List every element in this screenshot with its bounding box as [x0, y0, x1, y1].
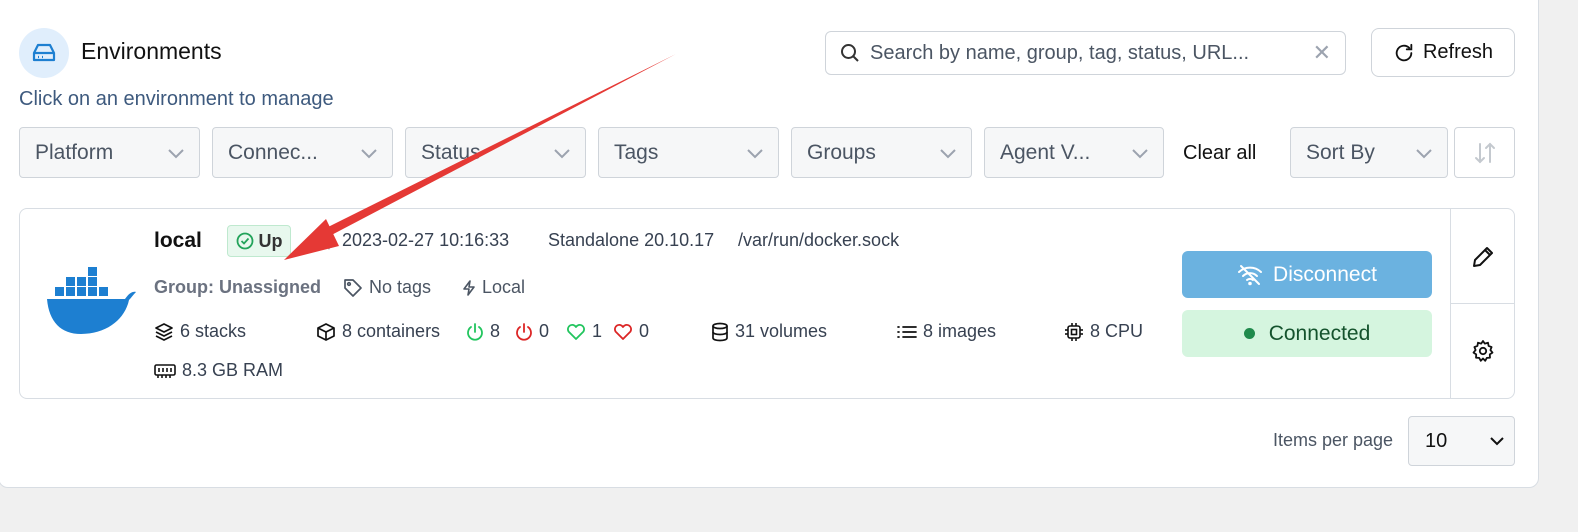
environment-card[interactable]: local Up 2023-02-27 10:16:33 Standalone …: [19, 208, 1515, 399]
heartbeat-icon: [319, 231, 335, 250]
mode-info: Local: [462, 277, 525, 298]
stacks-text: 6 stacks: [180, 321, 247, 341]
chevron-down-icon: [554, 148, 570, 158]
volumes-text: 31 volumes: [735, 321, 828, 341]
images-info: 8 images: [897, 321, 996, 342]
stopped-count: 0: [515, 321, 549, 342]
chevron-down-icon: [747, 148, 763, 158]
refresh-icon: [1395, 43, 1413, 61]
sort-by-select[interactable]: Sort By: [1290, 127, 1448, 178]
sort-order-button[interactable]: [1454, 127, 1515, 178]
cpu-text: 8 CPU: [1090, 321, 1144, 341]
sort-by-label: Sort By: [1306, 140, 1375, 164]
filter-groups[interactable]: Groups: [791, 127, 972, 178]
clear-all-button[interactable]: Clear all: [1183, 142, 1256, 165]
filter-platform[interactable]: Platform: [19, 127, 200, 178]
environment-type: Standalone 20.10.17: [548, 230, 715, 250]
cpu-info: 8 CPU: [1064, 321, 1143, 342]
unhealthy-count: 0: [613, 321, 649, 342]
ram-info: 8.3 GB RAM: [154, 360, 283, 381]
power-on-icon: [467, 322, 483, 341]
edit-icon[interactable]: [1470, 244, 1496, 270]
environments-icon: [19, 28, 69, 78]
group-label: Group: Unassigned: [154, 277, 322, 297]
status-dot: [1243, 328, 1255, 339]
connected-status: Connected: [1182, 310, 1432, 357]
containers-info: 8 containers: [316, 321, 440, 342]
filter-label: Status: [421, 140, 481, 164]
environment-name: local: [154, 229, 202, 252]
filter-connection[interactable]: Connec...: [212, 127, 393, 178]
disconnect-button[interactable]: Disconnect: [1182, 251, 1432, 298]
status-badge: Up: [227, 225, 291, 257]
refresh-button[interactable]: Refresh: [1371, 28, 1515, 77]
chevron-down-icon: [1416, 148, 1432, 158]
environment-url: /var/run/docker.sock: [738, 230, 900, 250]
stacks-info: 6 stacks: [154, 321, 246, 342]
healthy-text: 1: [592, 321, 603, 341]
card-divider: [1450, 303, 1514, 304]
refresh-label: Refresh: [1422, 41, 1494, 63]
search-icon: [841, 44, 859, 62]
sort-arrows-icon: [1474, 142, 1495, 163]
filter-agent-version[interactable]: Agent V...: [984, 127, 1164, 178]
items-per-page-value: 10: [1425, 429, 1448, 452]
box-icon: [317, 322, 335, 341]
disconnect-label: Disconnect: [1273, 262, 1377, 286]
healthy-count: 1: [566, 321, 602, 342]
memory-icon: [154, 363, 176, 378]
timestamp-text: 2023-02-27 10:16:33: [342, 230, 510, 250]
tags-info: No tags: [343, 277, 431, 298]
search-box[interactable]: ✕: [825, 31, 1346, 75]
chevron-down-icon: [1132, 148, 1148, 158]
cpu-icon: [1065, 322, 1083, 341]
bolt-icon: [463, 279, 475, 296]
volumes-info: 31 volumes: [711, 321, 827, 342]
chevron-down-icon: [1490, 437, 1504, 446]
connected-label: Connected: [1268, 321, 1371, 345]
images-text: 8 images: [923, 321, 997, 341]
tags-text: No tags: [369, 277, 432, 297]
chevron-down-icon: [168, 148, 184, 158]
items-per-page-select[interactable]: 10: [1408, 416, 1515, 466]
filter-label: Tags: [614, 140, 659, 164]
power-off-icon: [516, 322, 532, 341]
settings-gear-icon[interactable]: [1471, 339, 1495, 363]
heart-unhealthy-icon: [614, 323, 632, 340]
page-subtitle: Click on an environment to manage: [19, 88, 334, 110]
running-count: 8: [466, 321, 500, 342]
ram-text: 8.3 GB RAM: [182, 360, 284, 380]
filter-label: Platform: [35, 140, 114, 164]
mode-text: Local: [482, 277, 526, 297]
layers-icon: [155, 322, 173, 341]
heart-healthy-icon: [567, 323, 585, 340]
chevron-down-icon: [940, 148, 956, 158]
filter-label: Groups: [807, 140, 876, 164]
clear-search-icon[interactable]: ✕: [1313, 40, 1331, 66]
running-text: 8: [490, 321, 501, 341]
unhealthy-text: 0: [639, 321, 650, 341]
database-icon: [712, 322, 728, 341]
tag-icon: [344, 278, 362, 297]
chevron-down-icon: [361, 148, 377, 158]
check-circle-icon: [236, 232, 253, 250]
search-input[interactable]: [868, 40, 1313, 66]
last-check-time: 2023-02-27 10:16:33: [318, 230, 509, 251]
containers-text: 8 containers: [342, 321, 441, 341]
filter-tags[interactable]: Tags: [598, 127, 779, 178]
filter-label: Agent V...: [1000, 140, 1091, 164]
page-title: Environments: [81, 38, 222, 64]
filter-label: Connec...: [228, 140, 318, 164]
status-label: Up: [258, 230, 283, 251]
items-per-page-label: Items per page: [1273, 430, 1394, 450]
filter-status[interactable]: Status: [405, 127, 586, 178]
stopped-text: 0: [539, 321, 550, 341]
wifi-off-icon: [1238, 264, 1263, 285]
docker-icon: [45, 267, 137, 337]
list-icon: [897, 325, 917, 338]
